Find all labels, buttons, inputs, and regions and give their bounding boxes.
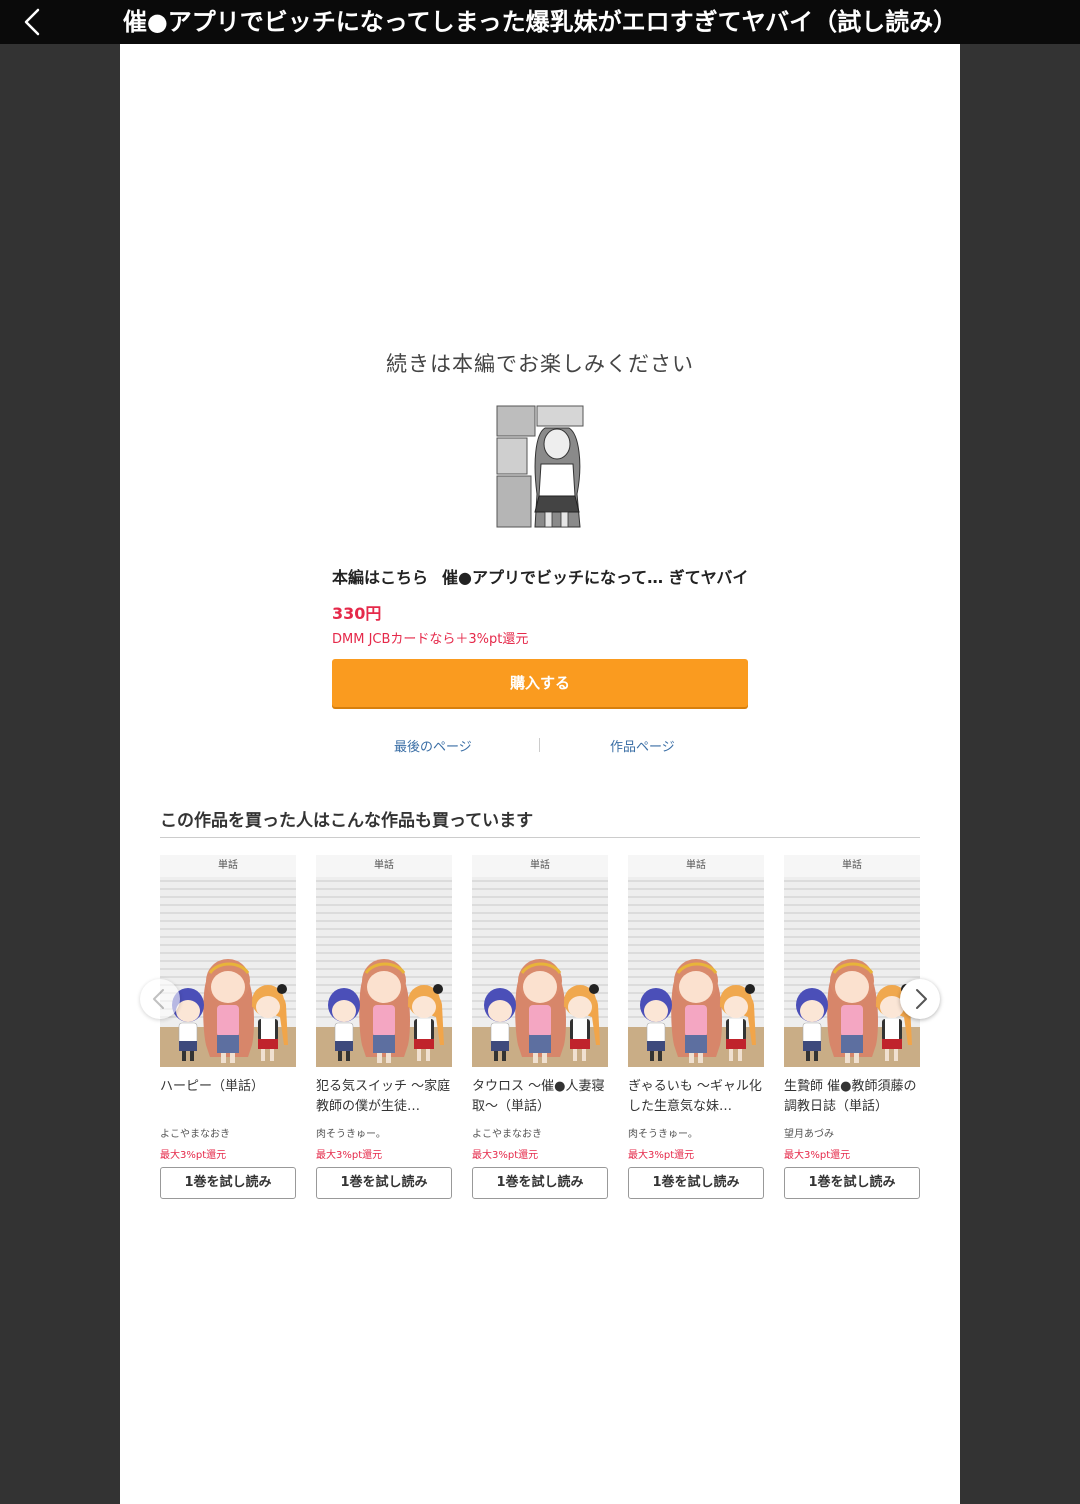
recommendation-author[interactable]: 望月あづみ [784, 1125, 920, 1140]
recommendation-title[interactable]: 生贄師 催●教師須藤の調教日誌（単話） [784, 1077, 920, 1119]
main-work-line[interactable]: 本編はこちら 催●アプリでビッチになって… ぎてヤバイ [332, 564, 752, 588]
recommendation-author[interactable]: よこやまなおき [472, 1125, 608, 1140]
main-work-cover[interactable] [495, 404, 585, 529]
trial-read-button[interactable]: 1巻を試し読み [628, 1167, 764, 1199]
page-links: 最後のページ 作品ページ [332, 736, 748, 756]
thumbnail-art [784, 877, 920, 1067]
recommendation-title[interactable]: 犯る気スイッチ 〜家庭教師の僕が生徒… [316, 1077, 452, 1119]
work-page-link[interactable]: 作品ページ [610, 736, 675, 755]
format-label: 単話 [160, 855, 296, 877]
recommendation-point-note: 最大3%pt還元 [628, 1150, 695, 1161]
trial-read-button[interactable]: 1巻を試し読み [316, 1167, 452, 1199]
recommendation-card: 単話 生贄師 催●教師須藤の調教日誌（単話） 望月あづみ 最大3%pt還元 1巻… [784, 855, 920, 1199]
recommendation-title[interactable]: タウロス 〜催●人妻寝取〜（単話） [472, 1077, 608, 1119]
thumbnail-art [472, 877, 608, 1067]
format-label: 単話 [316, 855, 452, 877]
carousel-prev-button[interactable] [140, 979, 180, 1019]
thumbnail-art [316, 877, 452, 1067]
end-page-panel: 続きは本編でお楽しみください 本編はこちら 催●アプリでビッチになって… ぎてヤバ… [120, 44, 960, 1504]
recommendation-card: 単話 タウロス 〜催●人妻寝取〜（単話） よこやまなおき 最大3%pt還元 1巻… [472, 855, 608, 1199]
recommendation-author[interactable]: よこやまなおき [160, 1125, 296, 1140]
buy-button[interactable]: 購入する [332, 659, 748, 707]
main-work-title: 催●アプリでビッチになって… ぎてヤバイ [442, 568, 749, 587]
last-page-link[interactable]: 最後のページ [394, 736, 472, 755]
recommendation-title[interactable]: ハーピー（単話） [160, 1077, 296, 1119]
back-button[interactable] [14, 4, 50, 40]
thumbnail-art [160, 877, 296, 1067]
recommendation-card: 単話 ぎゃるいも 〜ギャル化した生意気な妹… 肉そうきゅー。 最大3%pt還元 … [628, 855, 764, 1199]
format-label: 単話 [784, 855, 920, 877]
point-reward-note: DMM JCBカードなら＋3%pt還元 [332, 632, 529, 647]
recommendation-carousel: 単話 ハーピー（単話） よこやまなおき 最大3%pt還元 1巻を試し読み 単話 [160, 855, 920, 1205]
recommendations-heading: この作品を買った人はこんな作品も買っています [160, 811, 534, 831]
recommendation-card: 単話 犯る気スイッチ 〜家庭教師の僕が生徒… 肉そうきゅー。 最大3%pt還元 … [316, 855, 452, 1199]
recommendation-author[interactable]: 肉そうきゅー。 [628, 1125, 764, 1140]
continue-message: 続きは本編でお楽しみください [386, 352, 694, 376]
recommendation-point-note: 最大3%pt還元 [316, 1150, 383, 1161]
format-label: 単話 [628, 855, 764, 877]
recommendation-point-note: 最大3%pt還元 [160, 1150, 227, 1161]
divider [160, 837, 920, 838]
price: 330円 [332, 604, 382, 623]
thumbnail-art [628, 877, 764, 1067]
carousel-next-button[interactable] [900, 979, 940, 1019]
recommendation-thumbnail[interactable]: 単話 [472, 855, 608, 1067]
main-work-label: 本編はこちら [332, 568, 429, 587]
recommendation-point-note: 最大3%pt還元 [472, 1150, 539, 1161]
format-label: 単話 [472, 855, 608, 877]
cover-image [495, 404, 585, 529]
recommendation-point-note: 最大3%pt還元 [784, 1150, 851, 1161]
chevron-right-icon [916, 989, 927, 1009]
recommendation-thumbnail[interactable]: 単話 [160, 855, 296, 1067]
recommendation-title[interactable]: ぎゃるいも 〜ギャル化した生意気な妹… [628, 1077, 764, 1119]
recommendation-author[interactable]: 肉そうきゅー。 [316, 1125, 452, 1140]
trial-read-button[interactable]: 1巻を試し読み [784, 1167, 920, 1199]
recommendation-card: 単話 ハーピー（単話） よこやまなおき 最大3%pt還元 1巻を試し読み [160, 855, 296, 1199]
top-bar: 催●アプリでビッチになってしまった爆乳妹がエロすぎてヤバイ（試し読み） [0, 0, 1080, 44]
recommendation-thumbnail[interactable]: 単話 [784, 855, 920, 1067]
link-divider [539, 738, 540, 752]
recommendation-thumbnail[interactable]: 単話 [628, 855, 764, 1067]
trial-read-button[interactable]: 1巻を試し読み [160, 1167, 296, 1199]
viewer-title: 催●アプリでビッチになってしまった爆乳妹がエロすぎてヤバイ（試し読み） [122, 8, 958, 36]
trial-read-button[interactable]: 1巻を試し読み [472, 1167, 608, 1199]
chevron-left-icon [24, 8, 40, 36]
recommendation-thumbnail[interactable]: 単話 [316, 855, 452, 1067]
chevron-left-icon [153, 989, 164, 1009]
